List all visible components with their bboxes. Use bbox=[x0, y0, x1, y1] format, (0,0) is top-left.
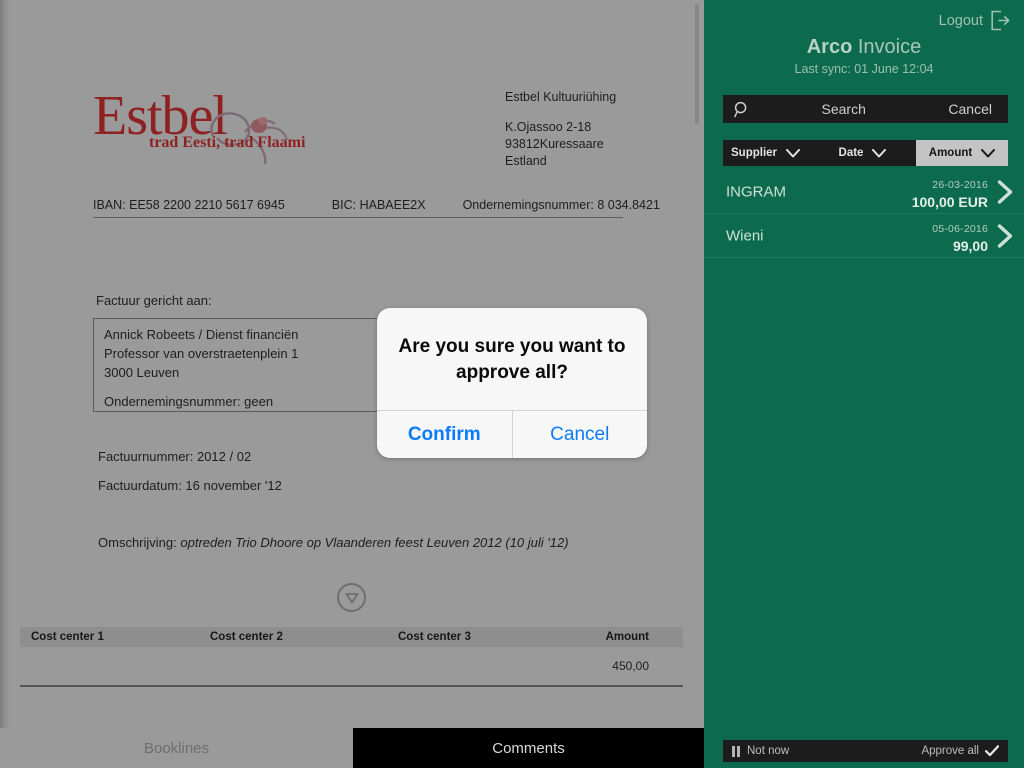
document-tab-bar: Booklines Comments bbox=[0, 728, 704, 768]
invoice-supplier: Wieni bbox=[726, 227, 764, 244]
invoice-supplier: INGRAM bbox=[726, 183, 786, 200]
invoice-document-page: Estbel trad Eesti, trad Flaami Estbel Ku… bbox=[10, 0, 704, 570]
sidebar-action-bar: Not now Approve all bbox=[723, 740, 1008, 762]
vertical-scrollbar[interactable] bbox=[695, 4, 699, 124]
not-now-button[interactable]: Not now bbox=[732, 745, 789, 757]
chevron-down-icon bbox=[872, 148, 887, 158]
confirm-button[interactable]: Confirm bbox=[377, 411, 512, 458]
search-input[interactable]: Search bbox=[739, 101, 948, 117]
logout-label: Logout bbox=[938, 12, 983, 29]
cell-amount: 450,00 bbox=[612, 659, 649, 673]
column-header-cost-center-3: Cost center 3 bbox=[398, 631, 471, 643]
search-cancel-button[interactable]: Cancel bbox=[948, 101, 1008, 117]
last-sync-status: Last sync: 01 June 12:04 bbox=[794, 62, 934, 76]
company-address-line-3: Estland bbox=[505, 154, 547, 168]
company-address-line-2: 93812Kuressaare bbox=[505, 137, 604, 151]
iban-value: IBAN: EE58 2200 2210 5617 6945 bbox=[93, 198, 285, 212]
cancel-button[interactable]: Cancel bbox=[511, 411, 648, 458]
company-name: Estbel Kultuuriühing bbox=[505, 90, 617, 104]
not-now-label: Not now bbox=[747, 745, 790, 757]
app-title-rest: Invoice bbox=[857, 36, 922, 58]
company-number-value: Ondernemingsnummer: 8 034.8421 bbox=[462, 198, 660, 212]
invoice-amount: 99,00 bbox=[952, 238, 988, 254]
confirm-approve-all-dialog: Are you sure you want to approve all? Co… bbox=[377, 308, 647, 458]
invoice-date: 26-03-2016 bbox=[932, 179, 988, 191]
invoice-number: Factuurnummer: 2012 / 02 bbox=[98, 449, 252, 464]
invoice-date: Factuurdatum: 16 november '12 bbox=[98, 478, 282, 493]
filter-amount[interactable]: Amount bbox=[916, 140, 1008, 166]
filter-supplier-label: Supplier bbox=[731, 147, 778, 159]
column-header-cost-center-2: Cost center 2 bbox=[210, 631, 283, 643]
expand-collapse-button[interactable] bbox=[337, 583, 366, 612]
list-item[interactable]: INGRAM 26-03-2016 100,00 EUR bbox=[704, 170, 1024, 214]
logout-button[interactable]: Logout bbox=[939, 10, 1010, 31]
filter-amount-label: Amount bbox=[928, 147, 973, 159]
bic-value: BIC: HABAEE2X bbox=[331, 198, 426, 212]
cost-center-table-header: Cost center 1 Cost center 2 Cost center … bbox=[20, 627, 683, 647]
dialog-actions: Confirm Cancel bbox=[377, 410, 647, 458]
tab-comments[interactable]: Comments bbox=[353, 728, 704, 768]
table-row[interactable]: 450,00 bbox=[20, 647, 683, 687]
invoice-meta: 05-06-2016 99,00 bbox=[932, 219, 988, 254]
approve-all-button[interactable]: Approve all bbox=[921, 745, 999, 757]
description-value: optreden Trio Dhoore op Vlaanderen feest… bbox=[180, 535, 569, 550]
app-title-brand: Arco bbox=[806, 36, 853, 58]
estbel-logo: Estbel trad Eesti, trad Flaami bbox=[93, 88, 306, 168]
chevron-right-icon bbox=[997, 179, 1014, 205]
list-item[interactable]: Wieni 05-06-2016 99,00 bbox=[704, 214, 1024, 258]
chevron-down-icon bbox=[786, 148, 801, 158]
invoice-amount: 100,00 EUR bbox=[911, 194, 988, 210]
checkmark-icon bbox=[985, 745, 999, 757]
pause-icon bbox=[732, 745, 740, 757]
dialog-body: Are you sure you want to approve all? bbox=[377, 308, 647, 410]
tab-comments-label: Comments bbox=[492, 739, 565, 757]
search-bar[interactable]: Search Cancel bbox=[723, 95, 1008, 123]
addressed-to-label: Factuur gericht aan: bbox=[96, 293, 212, 308]
company-info: Estbel Kultuuriühing K.Ojassoo 2-18 9381… bbox=[505, 88, 695, 170]
logo-tagline: trad Eesti, trad Flaami bbox=[149, 134, 306, 151]
tab-booklines-label: Booklines bbox=[143, 739, 210, 757]
company-address: K.Ojassoo 2-18 93812Kuressaare Estland bbox=[505, 119, 695, 170]
approve-all-label: Approve all bbox=[921, 745, 979, 757]
invoice-date: 05-06-2016 bbox=[932, 223, 988, 235]
dialog-title: Are you sure you want to approve all? bbox=[398, 336, 626, 383]
document-scroll-area[interactable]: Estbel trad Eesti, trad Flaami Estbel Ku… bbox=[10, 0, 704, 570]
pane-left-edge-shadow bbox=[0, 0, 10, 768]
bank-details-line: IBAN: EE58 2200 2210 5617 6945 BIC: HABA… bbox=[93, 198, 660, 218]
cost-center-table: Cost center 1 Cost center 2 Cost center … bbox=[20, 627, 683, 687]
filter-date[interactable]: Date bbox=[809, 140, 916, 166]
filter-supplier[interactable]: Supplier bbox=[723, 140, 809, 166]
tab-booklines[interactable]: Booklines bbox=[0, 728, 353, 768]
app-title: Arco Invoice bbox=[704, 36, 1024, 59]
invoice-meta: 26-03-2016 100,00 EUR bbox=[912, 175, 988, 210]
filter-date-label: Date bbox=[838, 147, 864, 159]
column-header-cost-center-1: Cost center 1 bbox=[31, 631, 104, 643]
logout-icon bbox=[990, 10, 1010, 31]
invoice-list: INGRAM 26-03-2016 100,00 EUR Wieni 05-06… bbox=[704, 170, 1024, 258]
invoice-description: Omschrijving: optreden Trio Dhoore op Vl… bbox=[98, 535, 569, 550]
column-header-amount: Amount bbox=[605, 631, 649, 643]
chevron-right-icon bbox=[997, 223, 1014, 249]
sort-filter-bar: Supplier Date Amount bbox=[723, 140, 1008, 166]
chevron-down-triangle-icon bbox=[345, 592, 359, 604]
app-root: Estbel trad Eesti, trad Flaami Estbel Ku… bbox=[0, 0, 1024, 768]
chevron-down-icon bbox=[981, 148, 996, 158]
invoice-list-sidebar: Logout Arco Invoice Last sync: 01 June 1… bbox=[704, 0, 1024, 768]
description-label: Omschrijving: bbox=[98, 535, 177, 550]
company-address-line-1: K.Ojassoo 2-18 bbox=[505, 120, 592, 134]
